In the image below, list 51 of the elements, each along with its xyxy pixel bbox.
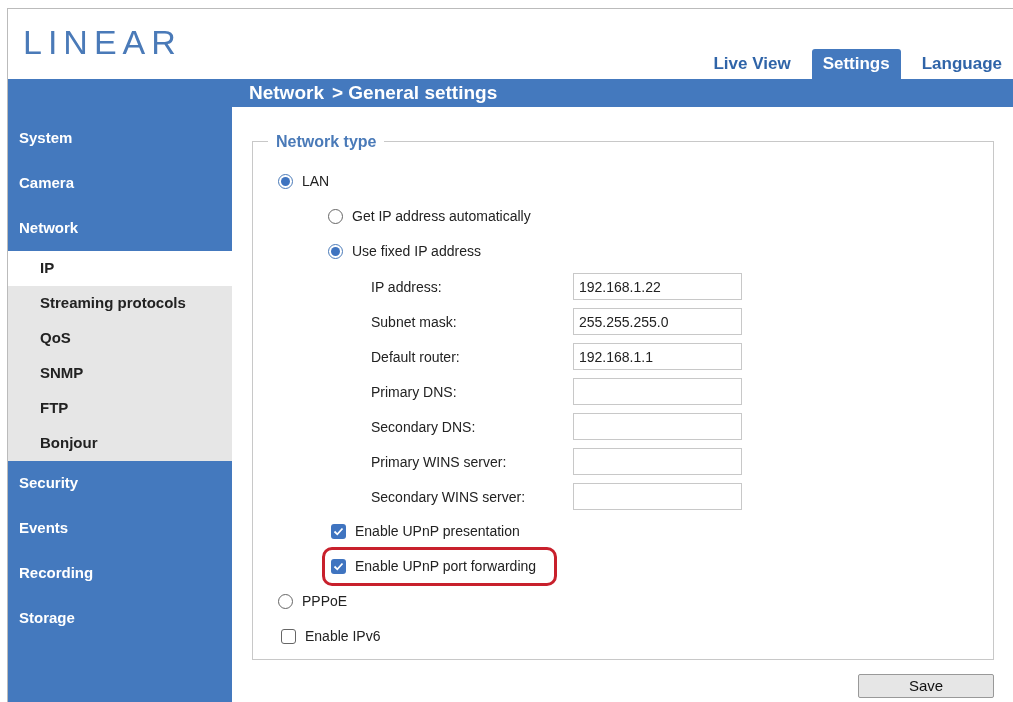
- input-field[interactable]: [573, 378, 742, 405]
- sidebar-subitem[interactable]: QoS: [8, 321, 232, 356]
- tab[interactable]: Live View: [702, 49, 802, 79]
- save-button[interactable]: Save: [858, 674, 994, 698]
- radio-button[interactable]: [328, 209, 343, 224]
- input-field[interactable]: 255.255.255.0: [573, 308, 742, 335]
- checkbox[interactable]: [281, 629, 296, 644]
- checkbox[interactable]: [331, 559, 346, 574]
- breadcrumb-page: > General settings: [331, 80, 498, 105]
- sidebar-subitem[interactable]: Bonjour: [8, 426, 232, 461]
- logo: LINEAR: [23, 25, 182, 59]
- checkbox[interactable]: [331, 524, 346, 539]
- field-label: Secondary WINS server:: [371, 488, 527, 507]
- tab[interactable]: Settings: [811, 49, 901, 79]
- input-field[interactable]: 192.168.1.1: [573, 343, 742, 370]
- field-label: Primary WINS server:: [371, 453, 508, 472]
- radio-label: PPPoE: [302, 592, 348, 611]
- breadcrumb-section[interactable]: Network: [249, 78, 324, 108]
- radio-label: LAN: [302, 172, 330, 191]
- sidebar-subitem[interactable]: SNMP: [8, 356, 232, 391]
- input-field[interactable]: [573, 483, 742, 510]
- field-label: IP address:: [371, 278, 443, 297]
- sidebar-subitem[interactable]: IP: [8, 251, 232, 286]
- sidebar-item[interactable]: Recording: [8, 551, 232, 596]
- radio-label: Get IP address automatically: [352, 207, 531, 226]
- checkmark-icon: [333, 561, 344, 572]
- radio-button[interactable]: [278, 174, 293, 189]
- section-legend: Network type: [268, 132, 385, 152]
- sidebar-item[interactable]: Camera: [8, 161, 232, 206]
- sidebar-item[interactable]: Security: [8, 461, 232, 506]
- radio-button[interactable]: [328, 244, 343, 259]
- checkbox-label: Enable UPnP presentation: [355, 522, 520, 541]
- sidebar-subitem[interactable]: FTP: [8, 391, 232, 426]
- tab[interactable]: Language: [910, 49, 1013, 79]
- input-field[interactable]: [573, 448, 742, 475]
- checkbox-label: Enable UPnP port forwarding: [355, 557, 537, 576]
- radio-label: Use fixed IP address: [352, 242, 481, 261]
- sidebar-item[interactable]: Network: [8, 206, 232, 251]
- input-field[interactable]: 192.168.1.22: [573, 273, 742, 300]
- sidebar-item[interactable]: Storage: [8, 596, 232, 641]
- field-label: Primary DNS:: [371, 383, 458, 402]
- sidebar-item[interactable]: System: [8, 116, 232, 161]
- field-label: Default router:: [371, 348, 461, 367]
- field-label: Subnet mask:: [371, 313, 458, 332]
- field-label: Secondary DNS:: [371, 418, 477, 437]
- sidebar-item[interactable]: Events: [8, 506, 232, 551]
- checkmark-icon: [333, 526, 344, 537]
- radio-button[interactable]: [278, 594, 293, 609]
- input-field[interactable]: [573, 413, 742, 440]
- sidebar-subitem[interactable]: Streaming protocols: [8, 286, 232, 321]
- checkbox-label: Enable IPv6: [305, 627, 381, 646]
